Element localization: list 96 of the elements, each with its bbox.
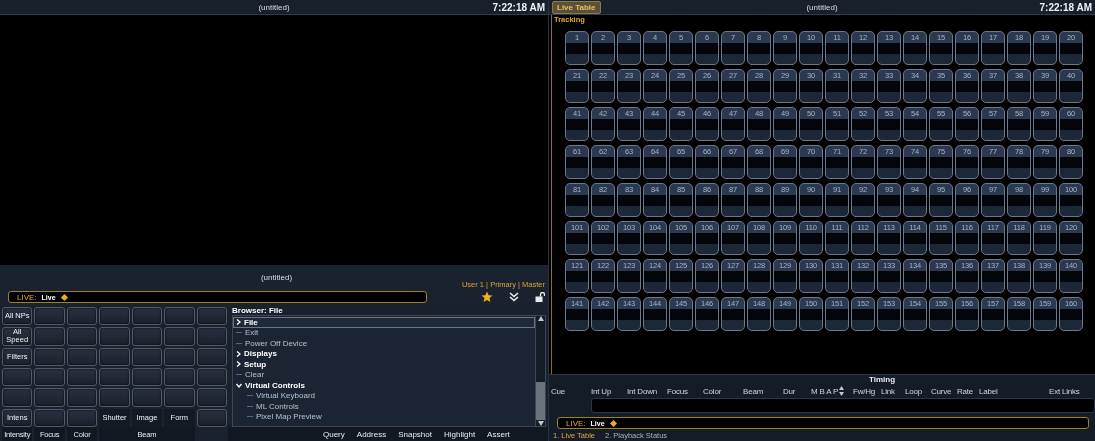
- command-prefix: LIVE:: [566, 418, 586, 428]
- scroll-up-icon: [537, 316, 544, 321]
- column-header: Int Up: [590, 386, 613, 396]
- blank-softkey[interactable]: [66, 307, 98, 326]
- tree-item[interactable]: ML Controls: [233, 401, 535, 412]
- tree-item[interactable]: Clear: [233, 369, 535, 380]
- blank-softkey[interactable]: [164, 327, 195, 346]
- item-label: Pixel Map Preview: [256, 412, 322, 422]
- blank-softkey[interactable]: [164, 307, 195, 326]
- diamond-icon: [609, 419, 617, 427]
- blank-softkey[interactable]: [99, 347, 130, 366]
- action-button[interactable]: Address: [356, 429, 387, 439]
- open-lock-icon[interactable]: [535, 292, 545, 302]
- blank-softkey[interactable]: [131, 347, 163, 366]
- blank-softkey[interactable]: [34, 368, 65, 387]
- blank-softkey[interactable]: [196, 368, 227, 387]
- tree-item[interactable]: Power Off Device: [233, 338, 535, 349]
- star-icon[interactable]: [481, 291, 493, 303]
- tree-item[interactable]: File: [233, 317, 535, 328]
- panel-title: (untitled): [260, 272, 293, 284]
- blank-softkey[interactable]: [2, 368, 33, 387]
- column-header: Dur: [782, 386, 797, 396]
- blank-softkey[interactable]: [66, 388, 98, 407]
- column-header: M B A P: [810, 386, 839, 396]
- diamond-icon: [60, 293, 68, 301]
- column-header: Int Down: [626, 386, 658, 396]
- blank-softkey[interactable]: [99, 388, 130, 407]
- item-label: Setup: [244, 359, 267, 369]
- blank-softkey[interactable]: [164, 368, 195, 387]
- action-button[interactable]: Query: [323, 429, 345, 439]
- column-header: Curve: [930, 386, 953, 396]
- tab[interactable]: Live Table: [552, 0, 601, 14]
- column-header: Link: [880, 386, 896, 396]
- blank-softkey[interactable]: [164, 347, 195, 366]
- blank-softkey[interactable]: [99, 327, 130, 346]
- blank-softkey[interactable]: [34, 408, 65, 427]
- item-label: Virtual Controls: [245, 380, 305, 390]
- sort-arrows-icon: [839, 386, 844, 396]
- window-title: (untitled): [806, 2, 838, 12]
- column-header: Loop: [904, 386, 923, 396]
- action-button[interactable]: Highlight: [443, 429, 476, 439]
- column-header: Color: [702, 386, 723, 396]
- item-label: File: [244, 317, 258, 327]
- column-header: Rate: [956, 386, 975, 396]
- blank-softkey[interactable]: [66, 347, 98, 366]
- blank-softkey[interactable]: [131, 327, 163, 346]
- column-header: Focus: [666, 386, 689, 396]
- blank-softkey[interactable]: [164, 388, 195, 407]
- column-header: Label: [978, 386, 999, 396]
- item-label: Displays: [244, 349, 277, 359]
- blank-softkey[interactable]: [196, 408, 227, 427]
- blank-softkey[interactable]: [99, 307, 130, 326]
- item-label: Virtual Keyboard: [256, 391, 315, 401]
- blank-softkey[interactable]: [131, 388, 163, 407]
- column-header: Ext Links: [1048, 386, 1081, 396]
- window-title: (untitled): [258, 2, 290, 12]
- column-header: Fw/Hg: [852, 386, 877, 396]
- blank-softkey[interactable]: [131, 307, 163, 326]
- action-button[interactable]: Assert: [487, 429, 510, 439]
- blank-softkey[interactable]: [196, 388, 227, 407]
- item-label: Clear: [245, 370, 265, 380]
- action-button[interactable]: Snapshot: [398, 429, 432, 439]
- clock-time: 7:22:18 AM: [492, 1, 545, 13]
- clock-time: 7:22:18 AM: [1039, 1, 1092, 13]
- browser-title: Browser: File: [231, 305, 284, 315]
- blank-softkey[interactable]: [66, 327, 98, 346]
- chevron-right-icon: [236, 319, 241, 326]
- blank-softkey[interactable]: [99, 368, 130, 387]
- tree-item[interactable]: Displays: [233, 348, 535, 359]
- tree-item[interactable]: Virtual Keyboard: [233, 390, 535, 401]
- blank-softkey[interactable]: [66, 408, 98, 427]
- tree-item[interactable]: Setup: [233, 359, 535, 370]
- item-label: Exit: [245, 328, 259, 338]
- blank-softkey[interactable]: [196, 307, 227, 326]
- tree-item[interactable]: Virtual Controls: [233, 380, 535, 391]
- double-chevron-down-icon[interactable]: [509, 292, 519, 302]
- section-title: Timing: [867, 375, 897, 384]
- column-header: Cue: [550, 386, 567, 396]
- blank-softkey[interactable]: [196, 327, 227, 346]
- blank-softkey[interactable]: [34, 307, 65, 326]
- chevron-down-icon: [236, 382, 242, 388]
- tree-item[interactable]: Exit: [233, 327, 535, 338]
- item-label: Power Off Device: [245, 338, 308, 348]
- scrollbar[interactable]: [535, 316, 545, 426]
- blank-softkey[interactable]: [66, 368, 98, 387]
- blank-softkey[interactable]: [34, 327, 65, 346]
- scrollbar-thumb[interactable]: [536, 382, 545, 421]
- command-prefix: LIVE:: [17, 292, 37, 302]
- blank-softkey[interactable]: [196, 347, 227, 366]
- tree-item[interactable]: Pixel Map Preview: [233, 411, 535, 422]
- blank-softkey[interactable]: [131, 368, 163, 387]
- column-header: Beam: [742, 386, 765, 396]
- item-label: ML Controls: [256, 401, 299, 411]
- blank-softkey[interactable]: [34, 388, 65, 407]
- blank-softkey[interactable]: [2, 388, 33, 407]
- blank-softkey[interactable]: [34, 347, 65, 366]
